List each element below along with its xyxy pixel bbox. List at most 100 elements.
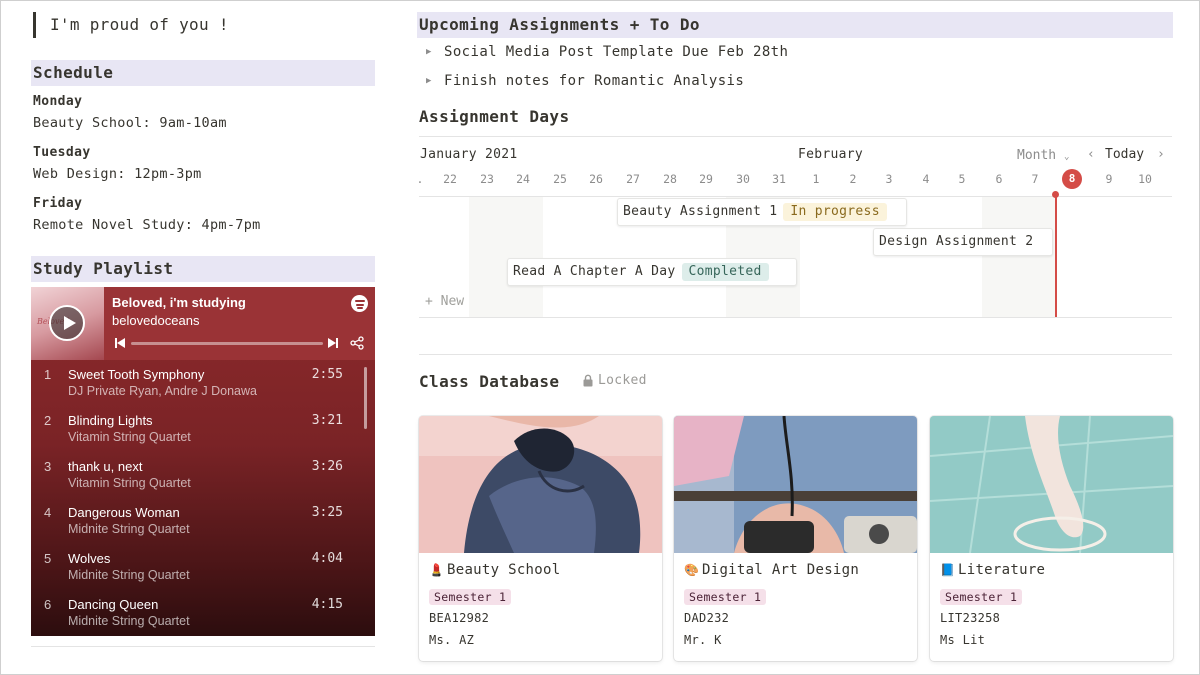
track-number: 2: [44, 413, 52, 428]
timeline-card[interactable]: Beauty Assignment 1 In progress: [617, 198, 907, 226]
timeline-card-title: Design Assignment 2: [879, 234, 1034, 249]
date-tick: 31: [772, 172, 786, 186]
class-title: Beauty School: [447, 562, 561, 578]
date-tick: .: [416, 172, 424, 186]
track-artist[interactable]: Vitamin String Quartet: [68, 430, 191, 444]
date-tick: 22: [443, 172, 457, 186]
class-card[interactable]: 💄 Beauty School Semester 1 BEA12982 Ms. A…: [419, 416, 662, 661]
track-duration: 3:25: [311, 505, 343, 520]
toggle-triangle-icon[interactable]: ▶: [426, 47, 444, 57]
playlist-owner[interactable]: belovedoceans: [112, 313, 199, 328]
timeline-card-title: Read A Chapter A Day: [513, 264, 676, 279]
track-row[interactable]: 4 Dangerous Woman Midnite String Quartet…: [31, 505, 361, 545]
schedule-day: Friday: [33, 196, 83, 211]
toggle-item-label: Social Media Post Template Due Feb 28th: [444, 44, 789, 60]
track-duration: 3:21: [311, 413, 343, 428]
toggle-item[interactable]: ▶ Social Media Post Template Due Feb 28th: [426, 44, 788, 60]
quote-block: I'm proud of you !: [33, 12, 229, 38]
track-artist[interactable]: Vitamin String Quartet: [68, 476, 191, 490]
class-teacher: Ms Lit: [940, 633, 986, 647]
toggle-item-label: Finish notes for Romantic Analysis: [444, 73, 745, 89]
class-teacher: Mr. K: [684, 633, 722, 647]
playlist-scrollbar[interactable]: [364, 367, 367, 429]
track-name: Dangerous Woman: [68, 505, 180, 520]
track-row[interactable]: 1 Sweet Tooth Symphony DJ Private Ryan, …: [31, 367, 361, 407]
timeline-month-left: January 2021: [420, 147, 518, 162]
spotify-logo-icon[interactable]: [351, 295, 368, 312]
track-artist[interactable]: DJ Private Ryan, Andre J Donawa: [68, 384, 257, 398]
locked-label[interactable]: Locked: [598, 373, 647, 388]
track-row[interactable]: 6 Dancing Queen Midnite String Quartet 4…: [31, 597, 361, 636]
spotify-player[interactable]: Beloved Beloved, i'm studying belovedoce…: [31, 287, 375, 636]
date-tick: 30: [736, 172, 750, 186]
semester-tag: Semester 1: [429, 589, 512, 605]
timeline-heading: Assignment Days: [419, 107, 570, 126]
class-code: LIT23258: [940, 611, 1001, 625]
class-card[interactable]: 🎨 Digital Art Design Semester 1 DAD232 Mr…: [674, 416, 917, 661]
toggle-item[interactable]: ▶ Finish notes for Romantic Analysis: [426, 73, 744, 89]
track-duration: 4:15: [311, 597, 343, 612]
track-artist[interactable]: Midnite String Quartet: [68, 568, 190, 582]
class-database-heading: Class Database: [419, 372, 560, 391]
upcoming-heading: Upcoming Assignments + To Do: [417, 12, 1173, 38]
date-tick: 4: [922, 172, 930, 186]
date-tick: 1: [812, 172, 820, 186]
new-item-button[interactable]: + New: [425, 294, 464, 309]
track-name: Sweet Tooth Symphony: [68, 367, 205, 382]
date-tick: 28: [663, 172, 677, 186]
track-number: 5: [44, 551, 52, 566]
schedule-day: Tuesday: [33, 145, 91, 160]
class-name: 📘 Literature: [940, 562, 1045, 578]
date-tick: 27: [626, 172, 640, 186]
timeline-card[interactable]: Design Assignment 2: [873, 228, 1053, 256]
track-artist[interactable]: Midnite String Quartet: [68, 522, 190, 536]
divider: [419, 317, 1172, 318]
track-duration: 4:04: [311, 551, 343, 566]
timeline-card[interactable]: Read A Chapter A Day Completed: [507, 258, 797, 286]
timeline-view-select[interactable]: Month ⌄: [1017, 148, 1069, 163]
schedule-day: Monday: [33, 94, 83, 109]
schedule-slot: Web Design: 12pm-3pm: [33, 166, 202, 182]
chevron-right-icon[interactable]: ›: [1157, 147, 1165, 162]
date-tick: 7: [1031, 172, 1039, 186]
view-select-label: Month: [1017, 148, 1057, 163]
play-icon[interactable]: [49, 305, 85, 341]
chevron-left-icon[interactable]: ‹: [1087, 147, 1095, 162]
schedule-slot: Remote Novel Study: 4pm-7pm: [33, 217, 261, 233]
track-row[interactable]: 2 Blinding Lights Vitamin String Quartet…: [31, 413, 361, 453]
class-name: 🎨 Digital Art Design: [684, 562, 859, 578]
date-tick: 24: [516, 172, 530, 186]
date-tick: 9: [1105, 172, 1113, 186]
date-tick: 6: [995, 172, 1003, 186]
toggle-triangle-icon[interactable]: ▶: [426, 76, 444, 86]
today-line-dot: [1052, 191, 1059, 198]
previous-track-icon[interactable]: [115, 338, 125, 348]
lipstick-icon: 💄: [429, 563, 445, 577]
track-artist[interactable]: Midnite String Quartet: [68, 614, 190, 628]
playlist-heading: Study Playlist: [31, 256, 375, 282]
class-teacher: Ms. AZ: [429, 633, 475, 647]
class-cover-image: [674, 416, 917, 553]
track-number: 1: [44, 367, 52, 382]
track-number: 4: [44, 505, 52, 520]
date-tick: 5: [958, 172, 966, 186]
today-button[interactable]: Today: [1105, 147, 1144, 162]
today-date-marker: 8: [1062, 169, 1082, 189]
share-icon[interactable]: [350, 336, 364, 350]
semester-tag: Semester 1: [684, 589, 767, 605]
divider: [419, 136, 1172, 137]
date-tick: 2: [849, 172, 857, 186]
track-duration: 3:26: [311, 459, 343, 474]
playback-progress-bar[interactable]: [131, 342, 323, 345]
status-badge: In progress: [783, 203, 887, 221]
class-card[interactable]: 📘 Literature Semester 1 LIT23258 Ms Lit: [930, 416, 1173, 661]
class-title: Digital Art Design: [702, 562, 860, 578]
date-tick: 10: [1138, 172, 1152, 186]
track-row[interactable]: 3 thank u, next Vitamin String Quartet 3…: [31, 459, 361, 499]
next-track-icon[interactable]: [328, 338, 338, 348]
playlist-title[interactable]: Beloved, i'm studying: [112, 295, 246, 310]
track-row[interactable]: 5 Wolves Midnite String Quartet 4:04: [31, 551, 361, 591]
divider: [31, 646, 375, 647]
schedule-heading: Schedule: [31, 60, 375, 86]
status-badge: Completed: [681, 263, 769, 281]
